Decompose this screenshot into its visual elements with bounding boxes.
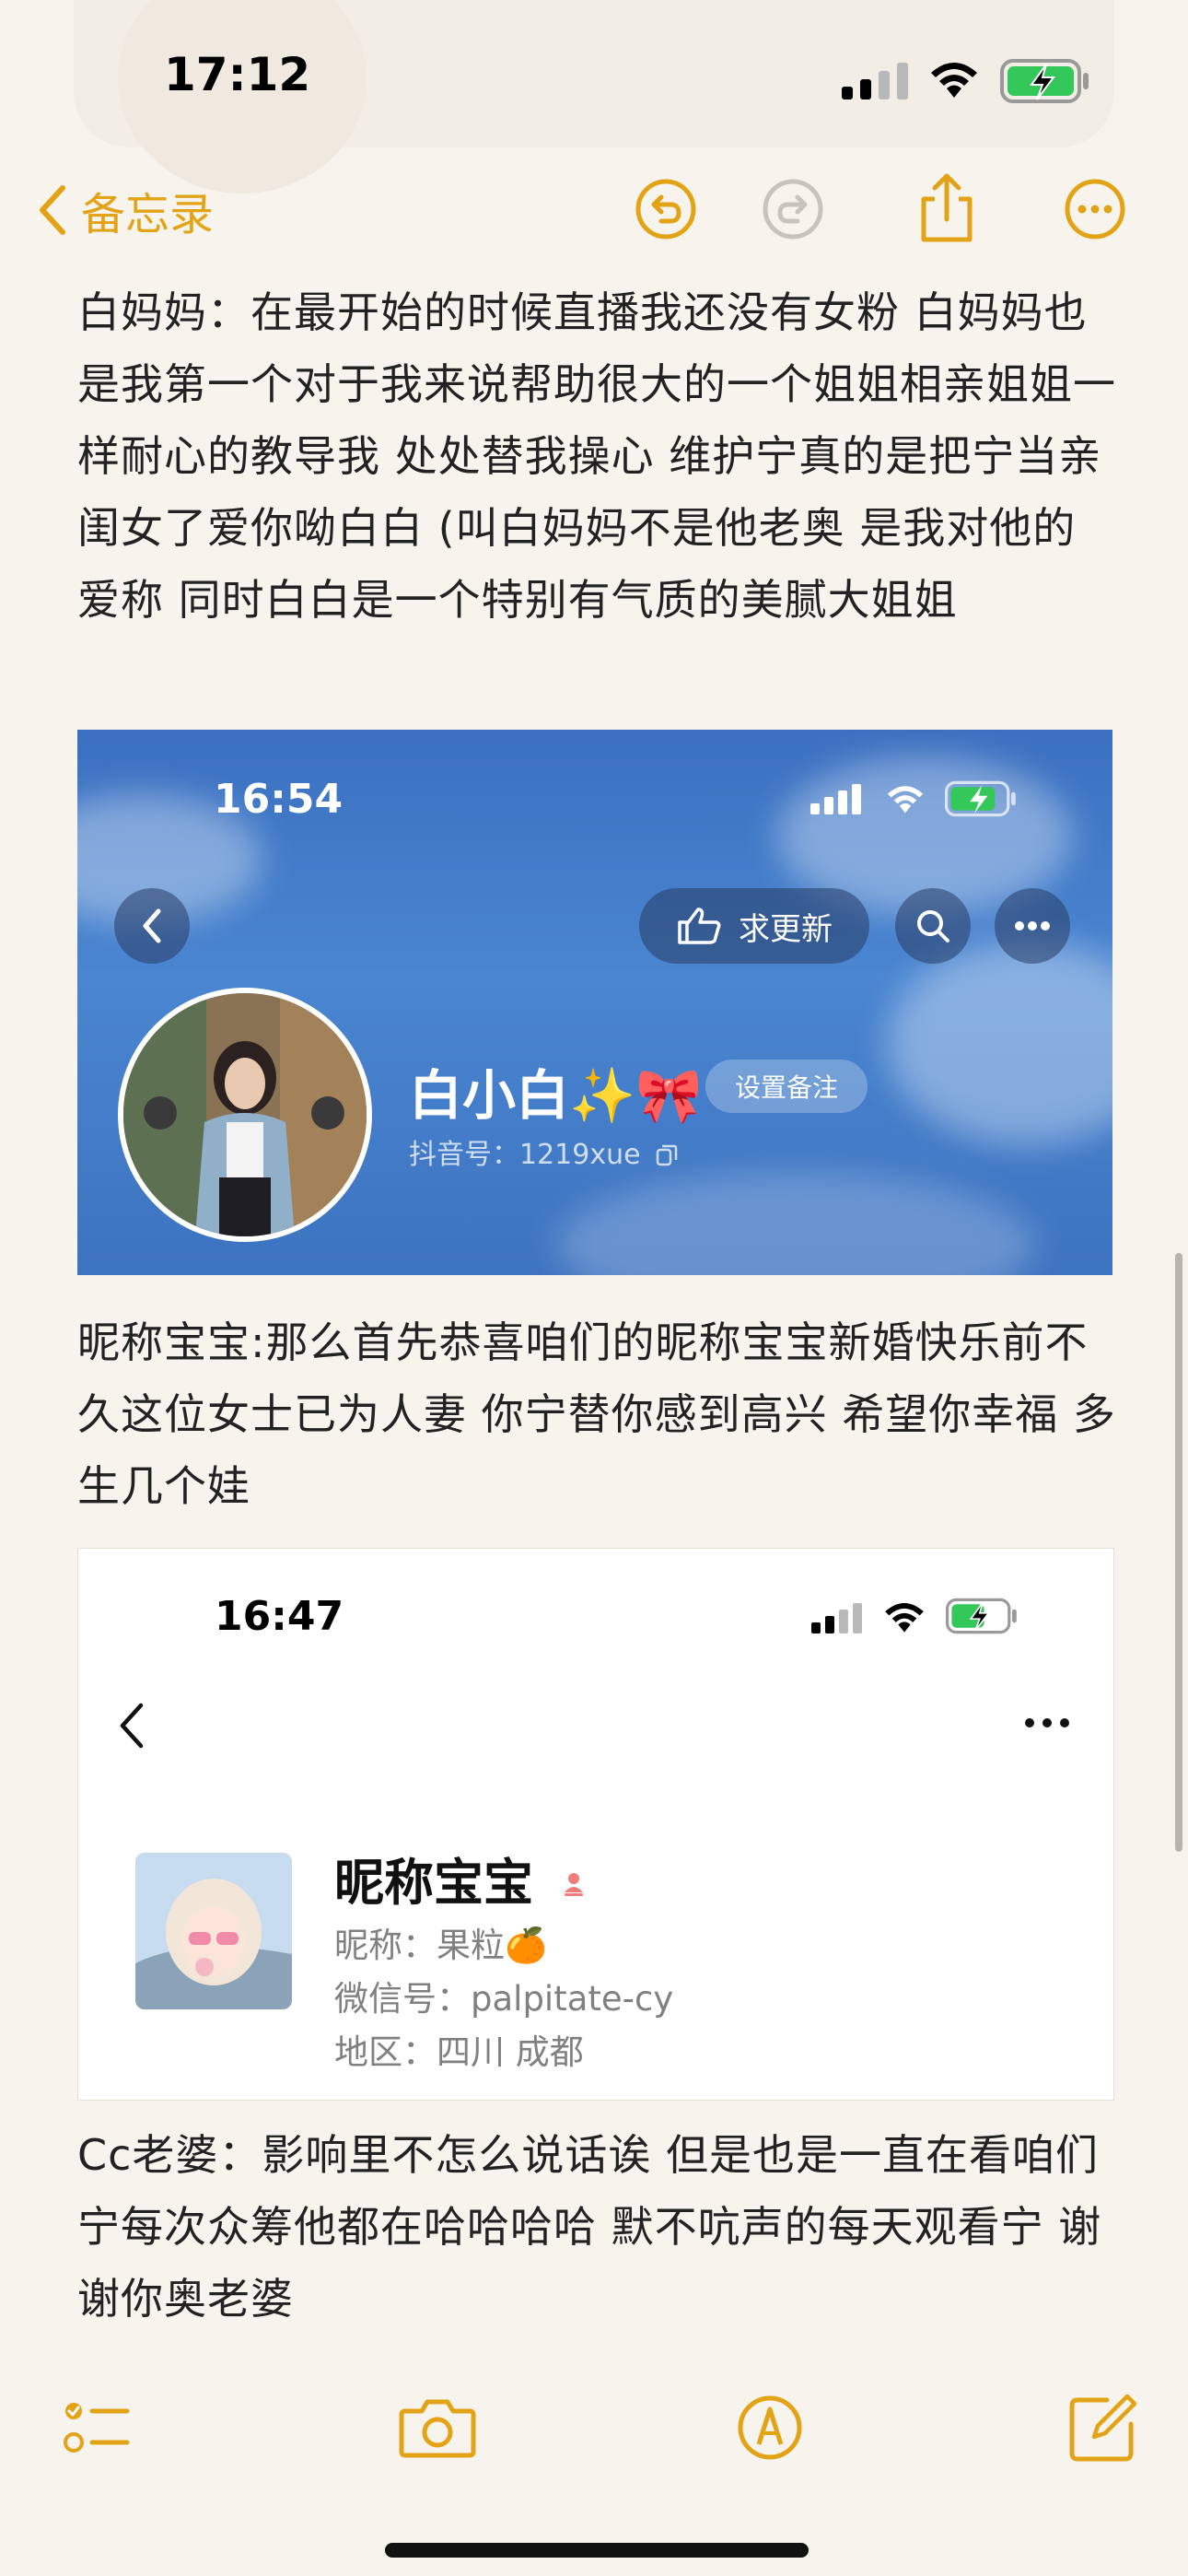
embedded-contact-wechat-id: 微信号：palpitate-cy — [334, 1979, 674, 2019]
embedded-ellipsis-icon — [1015, 921, 1050, 931]
share-icon[interactable] — [914, 171, 979, 243]
embedded-contact-avatar — [135, 1853, 292, 2009]
copy-icon — [656, 1144, 678, 1166]
embedded-contact-name: 昵称宝宝 — [334, 1842, 588, 1914]
embedded-contact-region: 地区：四川 成都 — [334, 2032, 584, 2072]
embedded-request-update-button: 求更新 — [639, 888, 869, 964]
embedded-request-update-label: 求更新 — [739, 910, 833, 948]
note-paragraph[interactable]: Cc老婆：影响里不怎么说话诶 但是也是一直在看咱们宁每次众筹他都在哈哈哈哈 默不… — [77, 2119, 1118, 2335]
embedded-signal-icon — [810, 784, 861, 814]
more-options-icon[interactable] — [1063, 177, 1127, 241]
battery-charging-icon — [1000, 59, 1089, 103]
wifi-icon — [931, 63, 977, 98]
checklist-icon[interactable] — [61, 2391, 134, 2465]
embedded-status-time: 16:54 — [214, 776, 344, 823]
embedded-profile-name: 白小白✨🎀 — [409, 1064, 703, 1127]
embedded-more-icon — [1025, 1718, 1069, 1727]
embedded-signal-icon — [811, 1603, 862, 1633]
embedded-status-time: 16:47 — [215, 1593, 344, 1640]
signal-icon — [842, 63, 908, 100]
scrollbar[interactable] — [1175, 1253, 1182, 1852]
embedded-contact-nickname: 昵称：果粒🍊 — [334, 1926, 548, 1965]
embedded-profile-avatar — [118, 988, 372, 1242]
female-gender-icon — [564, 1873, 583, 1896]
embedded-search-icon — [917, 910, 949, 943]
embedded-contact-name-text: 昵称宝宝 — [334, 1854, 533, 1912]
redo-icon[interactable] — [761, 177, 825, 241]
embedded-back-icon — [120, 1703, 144, 1749]
embedded-douyin-id: 抖音号：1219xue — [409, 1131, 679, 1172]
profile-photo — [123, 993, 367, 1236]
embedded-screenshot-douyin-profile[interactable]: 16:54 求更新 白小白✨🎀 设置备注 抖音号：1219xue — [77, 730, 1112, 1275]
embedded-search-button — [895, 888, 971, 964]
embedded-battery-icon — [946, 1598, 1017, 1634]
status-time: 17:12 — [164, 48, 311, 101]
note-paragraph[interactable]: 昵称宝宝:那么首先恭喜咱们的昵称宝宝新婚快乐前不久这位女士已为人妻 你宁替你感到… — [77, 1306, 1118, 1522]
embedded-more-button — [995, 888, 1070, 964]
camera-icon[interactable] — [398, 2391, 477, 2465]
back-button[interactable]: 备忘录 — [35, 178, 214, 242]
chevron-left-icon — [40, 185, 65, 235]
undo-icon[interactable] — [634, 177, 698, 241]
markup-pen-icon[interactable] — [733, 2391, 807, 2465]
back-label: 备忘录 — [81, 189, 215, 240]
embedded-wifi-icon — [887, 786, 924, 814]
embedded-chevron-left-icon — [143, 908, 161, 943]
embedded-douyin-id-text: 抖音号：1219xue — [409, 1139, 641, 1171]
home-indicator[interactable] — [385, 2543, 809, 2558]
embedded-wifi-icon — [885, 1603, 924, 1633]
pointing-hand-icon — [678, 907, 721, 944]
embedded-set-note-button: 设置备注 — [705, 1060, 868, 1113]
compose-icon[interactable] — [1066, 2391, 1140, 2465]
note-paragraph[interactable]: 白妈妈：在最开始的时候直播我还没有女粉 白妈妈也是我第一个对于我来说帮助很大的一… — [77, 276, 1118, 636]
embedded-screenshot-wechat-contact[interactable]: 16:47 昵称宝宝 昵称：果粒🍊 微信号：palpitate-cy 地区：四川… — [77, 1548, 1114, 2101]
anime-avatar-image — [135, 1853, 292, 2009]
embedded-battery-icon — [945, 780, 1016, 817]
embedded-back-button — [114, 888, 190, 964]
